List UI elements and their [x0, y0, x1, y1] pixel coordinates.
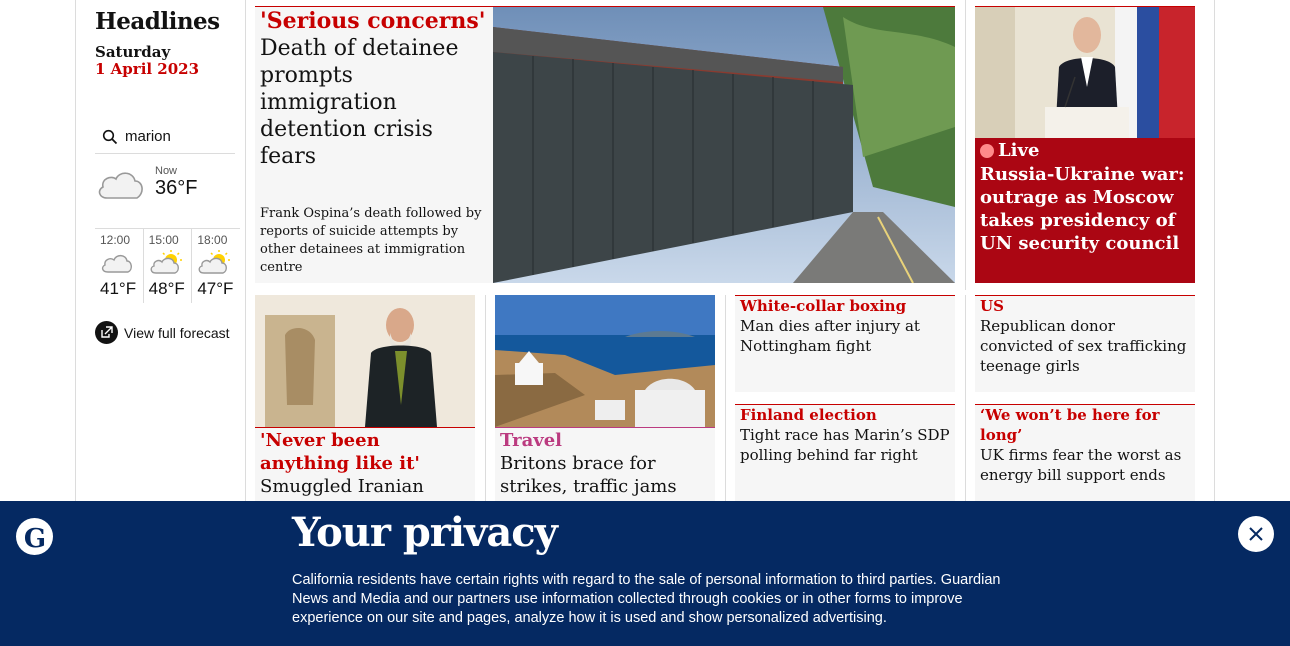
live-story-image[interactable]	[975, 7, 1195, 138]
main-story-kicker[interactable]: 'Serious concerns'	[260, 8, 485, 34]
forecast-temp: 41°F	[100, 279, 137, 298]
location-search[interactable]: marion	[95, 120, 235, 154]
live-story-card[interactable]: Live Russia-Ukraine war: outrage as Mosc…	[975, 7, 1195, 283]
svg-text:G: G	[23, 524, 45, 552]
close-icon	[1249, 527, 1263, 541]
story-image-travel[interactable]	[495, 295, 715, 427]
cloud-icon	[95, 165, 147, 205]
live-story-headline[interactable]: Russia-Ukraine war: outrage as Moscow ta…	[980, 163, 1192, 255]
forecast-temp: 48°F	[148, 279, 185, 298]
privacy-title: Your privacy	[292, 509, 558, 556]
privacy-banner: G Your privacy California residents have…	[0, 501, 1290, 646]
date-full: 1 April 2023	[95, 60, 200, 78]
story-kicker-travel[interactable]: Travel	[500, 429, 710, 452]
forecast-slot: 15:00 48°F	[142, 229, 192, 303]
column-divider	[485, 295, 486, 501]
story-headline-us[interactable]: Republican donor convicted of sex traffi…	[980, 316, 1192, 376]
story-headline-energy[interactable]: UK firms fear the worst as energy bill s…	[980, 445, 1192, 485]
live-dot-icon	[980, 143, 994, 158]
live-text: Live	[998, 140, 1040, 161]
forecast-slot: 18:00 47°F	[191, 229, 240, 303]
forecast-time: 15:00	[148, 233, 179, 247]
weather-now-temp: 36°F	[155, 177, 198, 199]
sun-cloud-icon	[197, 247, 240, 279]
column-divider	[965, 0, 966, 290]
search-input[interactable]: marion	[125, 128, 171, 145]
privacy-body: California residents have certain rights…	[292, 572, 1001, 626]
story-kicker-finland[interactable]: Finland election	[740, 405, 952, 425]
close-button[interactable]	[1238, 516, 1274, 552]
story-kicker-us[interactable]: US	[980, 296, 1192, 316]
live-label: Live	[980, 140, 1039, 161]
cloud-icon	[100, 247, 143, 279]
story-headline-boxing[interactable]: Man dies after injury at Nottingham figh…	[740, 316, 952, 356]
story-headline-iran[interactable]: Smuggled Iranian	[260, 475, 470, 498]
column-divider	[965, 295, 966, 501]
forecast-time: 18:00	[197, 233, 228, 247]
search-icon	[95, 129, 125, 145]
date-day: Saturday	[95, 43, 171, 61]
forecast-temp: 47°F	[197, 279, 234, 298]
forecast-time: 12:00	[100, 233, 131, 247]
column-divider	[725, 295, 726, 501]
story-kicker-energy[interactable]: ‘We won’t be here for long’	[980, 405, 1192, 445]
section-title: Headlines	[95, 8, 220, 35]
story-kicker-boxing[interactable]: White-collar boxing	[740, 296, 952, 316]
main-story-image[interactable]	[493, 7, 955, 283]
story-kicker-iran[interactable]: 'Never been anything like it'	[260, 429, 470, 475]
main-story-headline[interactable]: Death of detainee prompts immigration de…	[260, 35, 485, 170]
external-link-icon	[95, 321, 118, 344]
card-topline	[255, 427, 475, 428]
guardian-logo-icon: G	[16, 518, 53, 555]
forecast-slot: 12:00 41°F	[95, 229, 143, 303]
weather-now-label: Now	[155, 165, 178, 177]
sun-cloud-icon	[149, 247, 192, 279]
card-topline	[495, 427, 715, 428]
story-image-iran[interactable]	[255, 295, 475, 427]
story-headline-finland[interactable]: Tight race has Marin’s SDP polling behin…	[740, 425, 952, 465]
weather-forecast-row: 12:00 41°F 15:00 48°F 18:00 47°F	[95, 228, 240, 303]
view-full-forecast-link[interactable]: View full forecast	[95, 321, 230, 344]
view-full-forecast-label: View full forecast	[124, 324, 230, 341]
main-story-standfirst: Frank Ospina’s death followed by reports…	[260, 206, 482, 275]
